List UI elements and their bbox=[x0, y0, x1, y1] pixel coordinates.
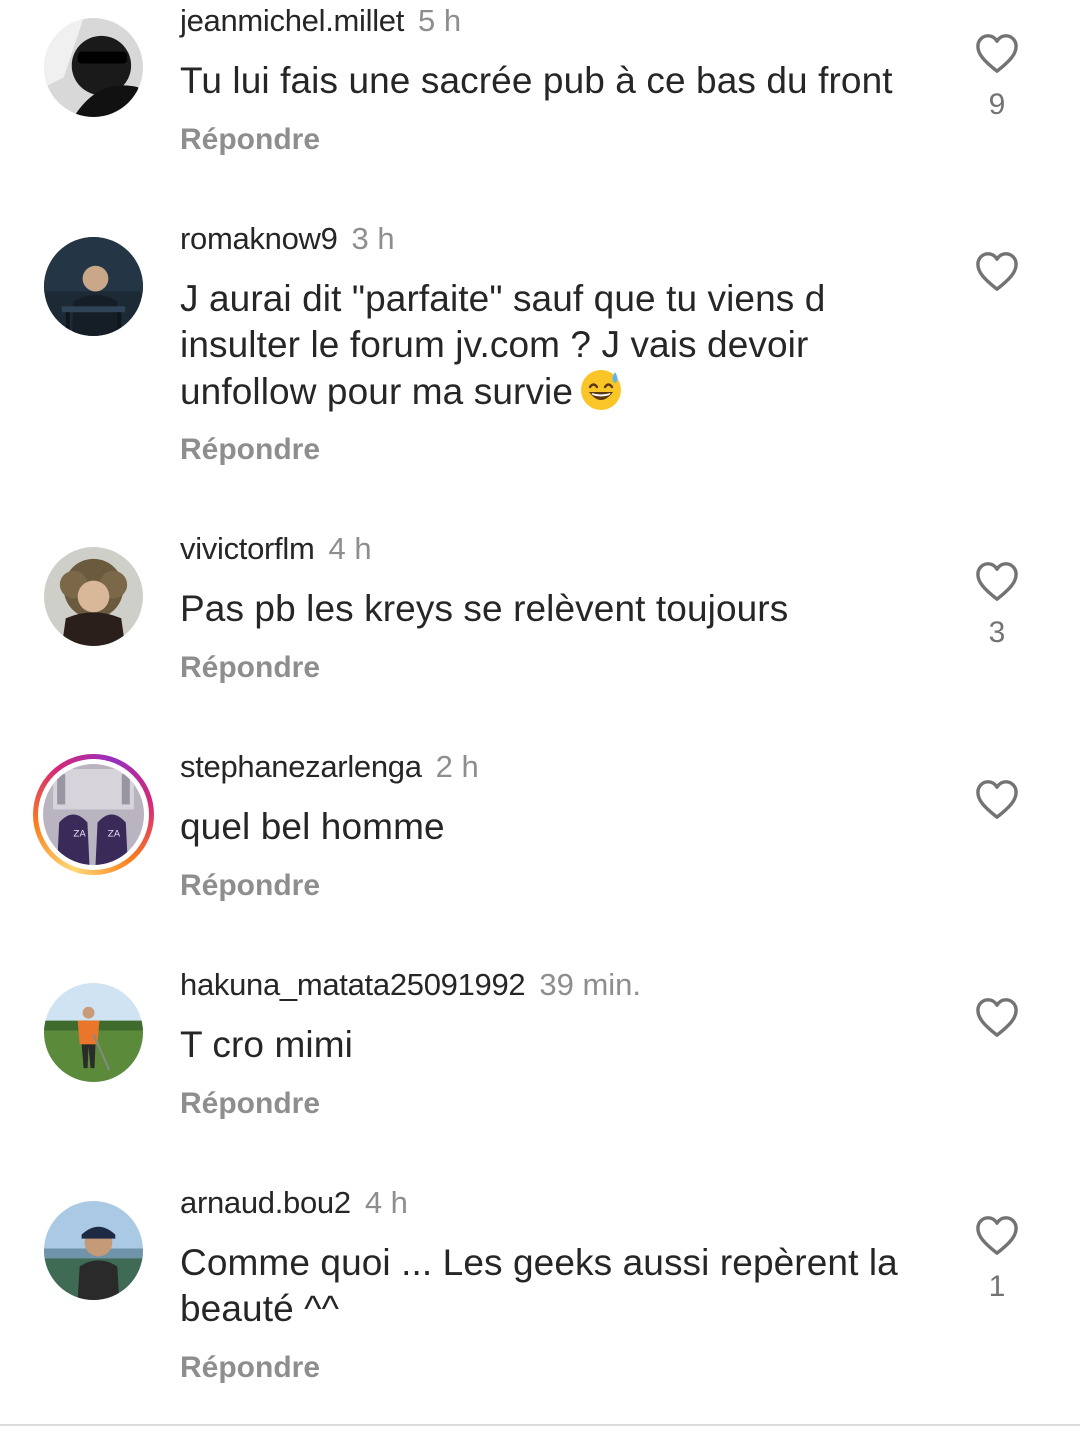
comment-text-line: J aurai dit "parfaite" sauf que tu viens… bbox=[180, 278, 826, 319]
comment-time: 2 h bbox=[435, 749, 479, 784]
avatar[interactable] bbox=[44, 237, 143, 336]
like-button[interactable]: 9 bbox=[972, 32, 1022, 122]
comment-time: 4 h bbox=[328, 531, 372, 566]
avatar[interactable] bbox=[44, 18, 143, 117]
comment-text-line: unfollow pour ma survie bbox=[180, 368, 950, 415]
username[interactable]: vivictorflm bbox=[180, 531, 315, 566]
comment-header: jeanmichel.millet 5 h bbox=[180, 2, 461, 40]
comment-text: Pas pb les kreys se relèvent toujours bbox=[180, 588, 789, 629]
comment-text: T cro mimi bbox=[180, 1024, 353, 1065]
comment-text-line: insulter le forum jv.com ? J vais devoir bbox=[180, 324, 809, 365]
reply-button[interactable]: Répondre bbox=[180, 1350, 320, 1386]
story-ring-avatar[interactable]: ZA ZA bbox=[33, 754, 154, 875]
username[interactable]: jeanmichel.millet bbox=[180, 3, 404, 38]
like-button[interactable]: 3 bbox=[972, 560, 1022, 650]
comment-time: 3 h bbox=[351, 221, 395, 256]
heart-outline-icon bbox=[976, 34, 1018, 73]
comment-header: vivictorflm 4 h bbox=[180, 530, 372, 568]
comment-text: Tu lui fais une sacrée pub à ce bas du f… bbox=[180, 60, 893, 101]
comment-time: 4 h bbox=[364, 1185, 408, 1220]
comment-header: romaknow9 3 h bbox=[180, 220, 395, 258]
avatar-image bbox=[44, 18, 143, 117]
comment-header: stephanezarlenga 2 h bbox=[180, 748, 479, 786]
like-button[interactable] bbox=[972, 996, 1022, 1038]
avatar[interactable] bbox=[44, 1201, 143, 1300]
username[interactable]: hakuna_matata25091992 bbox=[180, 967, 526, 1002]
comment-text: Comme quoi ... Les geeks aussi repèrent … bbox=[180, 1242, 898, 1329]
username[interactable]: stephanezarlenga bbox=[180, 749, 422, 784]
comment-header: hakuna_matata25091992 39 min. bbox=[180, 966, 641, 1004]
heart-outline-icon bbox=[976, 998, 1018, 1037]
comment-time: 39 min. bbox=[539, 967, 642, 1002]
svg-text:ZA: ZA bbox=[108, 830, 121, 840]
heart-outline-icon bbox=[976, 562, 1018, 601]
comment-text-segment: unfollow pour ma survie bbox=[180, 371, 574, 412]
like-count: 9 bbox=[988, 88, 1006, 121]
reply-button[interactable]: Répondre bbox=[180, 432, 320, 468]
heart-outline-icon bbox=[976, 780, 1018, 819]
comments-screen: { "comments": [ { "username": "jeanmiche… bbox=[0, 0, 1080, 1432]
grinning-face-with-sweat-icon bbox=[581, 370, 622, 410]
heart-outline-icon bbox=[976, 1216, 1018, 1255]
heart-outline-icon bbox=[976, 252, 1018, 291]
like-count: 3 bbox=[988, 616, 1006, 649]
username[interactable]: romaknow9 bbox=[180, 221, 338, 256]
avatar[interactable] bbox=[44, 547, 143, 646]
svg-text:ZA: ZA bbox=[73, 830, 86, 840]
reply-button[interactable]: Répondre bbox=[180, 1086, 320, 1122]
avatar-image: ZA ZA bbox=[43, 764, 144, 865]
reply-button[interactable]: Répondre bbox=[180, 650, 320, 686]
avatar-image bbox=[44, 1201, 143, 1300]
like-count: 1 bbox=[988, 1270, 1006, 1303]
username[interactable]: arnaud.bou2 bbox=[180, 1185, 351, 1220]
avatar-image bbox=[44, 547, 143, 646]
avatar-image bbox=[44, 983, 143, 1082]
divider bbox=[0, 1424, 1080, 1426]
reply-button[interactable]: Répondre bbox=[180, 122, 320, 158]
comment-header: arnaud.bou2 4 h bbox=[180, 1184, 408, 1222]
avatar-image bbox=[44, 237, 143, 336]
like-button[interactable] bbox=[972, 250, 1022, 292]
avatar: ZA ZA bbox=[43, 764, 144, 865]
reply-button[interactable]: Répondre bbox=[180, 868, 320, 904]
avatar[interactable] bbox=[44, 983, 143, 1082]
like-button[interactable]: 1 bbox=[972, 1214, 1022, 1304]
comment-text: J aurai dit "parfaite" sauf que tu viens… bbox=[180, 276, 950, 415]
comment-time: 5 h bbox=[418, 3, 462, 38]
comment-text: quel bel homme bbox=[180, 806, 445, 847]
like-button[interactable] bbox=[972, 778, 1022, 820]
